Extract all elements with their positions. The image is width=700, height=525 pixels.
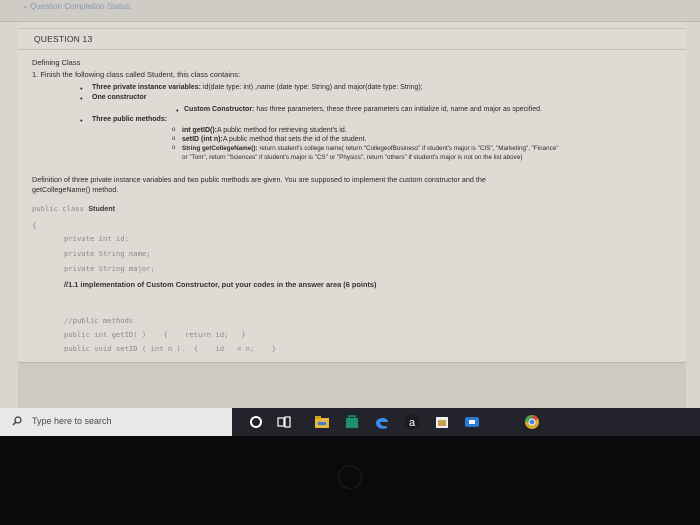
laptop-bezel (0, 436, 700, 525)
class-declaration: public class Student (32, 204, 116, 213)
search-placeholder: Type here to search (32, 416, 112, 426)
setid-method: public void setID ( int n ). { id = n; } (64, 344, 277, 353)
windows-taskbar: Type here to search a (0, 408, 700, 436)
getid-method: public int getID( ) { return id; } (64, 330, 246, 339)
mail-icon[interactable] (464, 414, 480, 430)
constructor-item: One constructor (92, 94, 147, 101)
task-instruction: //1.1 implementation of Custom Construct… (64, 280, 377, 289)
cortana-icon[interactable] (248, 414, 264, 430)
definition-text: Definition of three private instance var… (32, 175, 486, 184)
security-icon[interactable] (434, 414, 450, 430)
store-icon[interactable] (344, 414, 360, 430)
task-view-icon[interactable] (276, 414, 292, 430)
definition-text-continued: getCollegeName() method. (32, 185, 119, 194)
file-explorer-icon[interactable] (314, 414, 330, 430)
answer-area[interactable] (18, 362, 686, 408)
collapse-caret-icon[interactable]: ⌄ (22, 1, 29, 10)
amazon-icon[interactable]: a (404, 414, 420, 430)
question-intro: 1. Finish the following class called Stu… (32, 70, 241, 79)
search-icon (12, 416, 22, 426)
field-major: private String major; (64, 264, 155, 273)
bullet-icon: • (80, 94, 83, 103)
public-methods-comment: //public methods (64, 316, 134, 325)
svg-text:a: a (409, 417, 416, 429)
taskbar-search-box[interactable]: Type here to search (0, 408, 232, 436)
chrome-icon[interactable] (524, 414, 540, 430)
getcollegename-item-continued: or "Tom", return "Sciences" if student's… (182, 154, 523, 161)
field-id: private int id; (64, 234, 129, 243)
circle-bullet-icon: o (172, 136, 176, 142)
circle-bullet-icon: o (172, 145, 176, 151)
custom-constructor-item: Custom Constructor: has three parameters… (184, 106, 542, 113)
browser-screen: ⌄ Question Completion Status: QUESTION 1… (0, 0, 700, 408)
class-open-brace: { (32, 221, 37, 230)
bullet-icon: • (80, 116, 83, 125)
question-title: Defining Class (32, 58, 81, 67)
circle-bullet-icon: o (172, 127, 176, 133)
edge-icon[interactable] (374, 414, 390, 430)
public-methods-item: Three public methods: (92, 116, 168, 123)
completion-status-bar[interactable]: ⌄ Question Completion Status: (0, 0, 700, 22)
sub-bullet-icon: • (176, 106, 179, 115)
field-name: private String name; (64, 249, 151, 258)
question-number: QUESTION 13 (34, 34, 93, 44)
bullet-icon: • (80, 84, 83, 93)
question-panel: QUESTION 13 Defining Class 1. Finish the… (18, 22, 686, 408)
getcollegename-item: String getCollegeName(): return student'… (182, 145, 559, 152)
private-vars-item: Three private instance variables: id(dat… (92, 84, 423, 91)
completion-status-label: Question Completion Status: (30, 2, 132, 11)
getid-item: int getID():A public method for retrievi… (182, 127, 347, 134)
question-header: QUESTION 13 (18, 28, 686, 50)
setid-item: setID (int n):A public method that sets … (182, 136, 367, 143)
laptop-logo-icon (338, 465, 362, 489)
